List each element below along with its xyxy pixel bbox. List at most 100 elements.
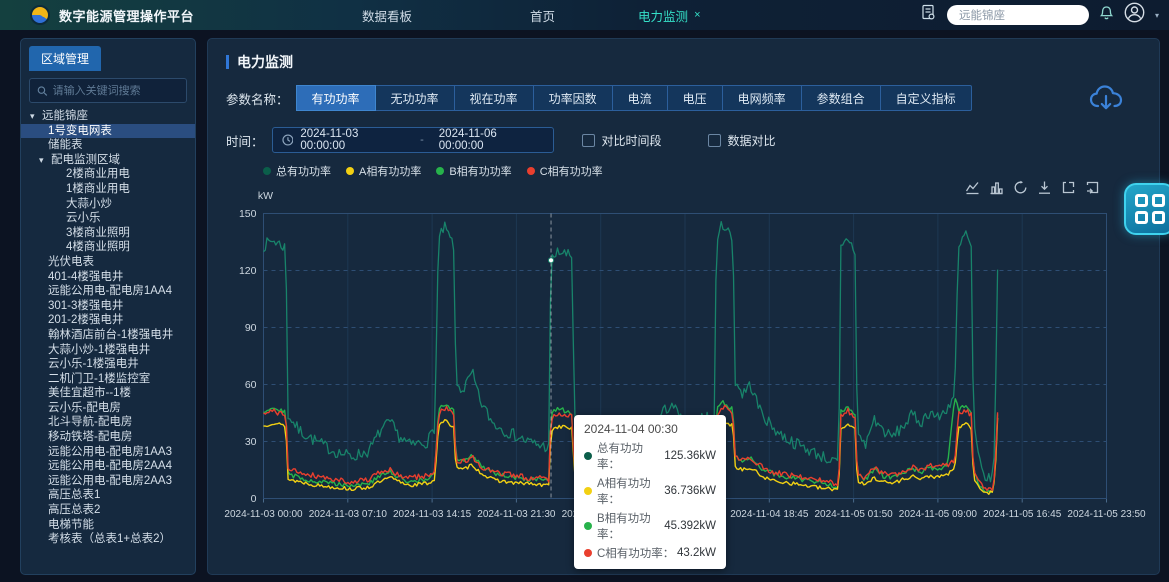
param-button[interactable]: 视在功率 — [454, 85, 534, 111]
close-icon[interactable]: × — [694, 9, 700, 21]
tree-search[interactable] — [29, 78, 187, 103]
quick-menu-button[interactable] — [1124, 183, 1169, 235]
legend-dot — [436, 167, 444, 175]
svg-text:2024-11-03 14:15: 2024-11-03 14:15 — [393, 509, 472, 520]
app-logo-icon — [30, 5, 50, 25]
param-button[interactable]: 参数组合 — [801, 85, 881, 111]
checkbox[interactable]: 对比时间段 — [582, 132, 662, 149]
svg-text:2024-11-05 09:00: 2024-11-05 09:00 — [899, 509, 978, 520]
checkbox[interactable]: 数据对比 — [708, 132, 776, 149]
tab-power-monitor[interactable]: 电力监测 × — [638, 6, 700, 25]
tooltip-row: B相有功功率： 45.392kW — [584, 510, 716, 542]
param-button[interactable]: 电流 — [612, 85, 668, 111]
site-select-input[interactable] — [947, 5, 1089, 25]
tree-item[interactable]: 401-4楼强电井 — [21, 270, 195, 285]
menu-item-dashboard[interactable]: 数据看板 — [362, 6, 412, 25]
svg-text:2024-11-05 16:45: 2024-11-05 16:45 — [983, 509, 1062, 520]
tree-item[interactable]: 远能公用电-配电房1AA3 — [21, 445, 195, 460]
legend-item[interactable]: C相有功功率 — [527, 163, 603, 179]
tree-item[interactable]: 云小乐 — [21, 211, 195, 226]
tooltip-row: 总有功功率： 125.36kW — [584, 440, 716, 472]
legend-item[interactable]: B相有功功率 — [436, 163, 511, 179]
search-input[interactable] — [53, 85, 179, 97]
tree-item[interactable]: 北斗导航-配电房 — [21, 415, 195, 430]
tree-item[interactable]: 高压总表1 — [21, 488, 195, 503]
param-button[interactable]: 功率因数 — [533, 85, 613, 111]
tree-item[interactable]: 考核表（总表1+总表2） — [21, 532, 195, 547]
chart-legend: 总有功功率 A相有功功率 B相有功功率 C相有功功率 — [263, 163, 603, 179]
tree-item[interactable]: 配电监测区域 — [21, 153, 195, 168]
tree-item[interactable]: 电梯节能 — [21, 518, 195, 533]
tree-item[interactable]: 1号变电网表 — [21, 124, 195, 139]
grid-icon — [1135, 194, 1165, 224]
tree-item[interactable]: 储能表 — [21, 138, 195, 153]
tree-item[interactable]: 201-2楼强电井 — [21, 313, 195, 328]
checkbox-box[interactable] — [582, 134, 595, 147]
tree-item[interactable]: 大蒜小炒-1楼强电井 — [21, 343, 195, 358]
date-end[interactable]: 2024-11-06 00:00:00 — [439, 128, 544, 152]
svg-text:30: 30 — [245, 436, 257, 448]
tree-item[interactable]: 移动铁塔-配电房 — [21, 430, 195, 445]
tooltip-row: C相有功功率： 43.2kW — [584, 545, 716, 561]
page-title: 电力监测 — [237, 52, 293, 72]
tree-item[interactable]: 3楼商业照明 — [21, 226, 195, 241]
date-range-picker[interactable]: 2024-11-03 00:00:00 - 2024-11-06 00:00:0… — [272, 127, 554, 153]
tree-item[interactable]: 云小乐-配电房 — [21, 401, 195, 416]
svg-text:2024-11-05 23:50: 2024-11-05 23:50 — [1067, 509, 1146, 520]
legend-item[interactable]: A相有功功率 — [346, 163, 421, 179]
svg-text:150: 150 — [239, 208, 257, 220]
chart-area[interactable]: 2024-11-03 00:002024-11-03 07:102024-11-… — [208, 179, 1161, 564]
param-button[interactable]: 无功功率 — [375, 85, 455, 111]
bell-icon[interactable] — [1099, 5, 1114, 26]
tree-item[interactable]: 远能公用电-配电房2AA4 — [21, 459, 195, 474]
tree-item[interactable]: 美佳宜超市--1楼 — [21, 386, 195, 401]
menu-item-home[interactable]: 首页 — [530, 6, 555, 25]
tooltip-row: A相有功功率： 36.736kW — [584, 475, 716, 507]
legend-dot — [263, 167, 271, 175]
tree-item[interactable]: 云小乐-1楼强电井 — [21, 357, 195, 372]
tree-item[interactable]: 4楼商业照明 — [21, 240, 195, 255]
svg-text:2024-11-03 21:30: 2024-11-03 21:30 — [477, 509, 556, 520]
tree-item[interactable]: 1楼商业用电 — [21, 182, 195, 197]
svg-text:0: 0 — [251, 493, 257, 505]
tree-item[interactable]: 二机门卫-1楼监控室 — [21, 372, 195, 387]
tree-item[interactable]: 301-3楼强电井 — [21, 299, 195, 314]
time-label: 时间： — [226, 131, 264, 150]
avatar[interactable] — [1124, 2, 1145, 28]
caret-down-icon — [39, 153, 51, 168]
tooltip-datetime: 2024-11-04 00:30 — [584, 422, 716, 436]
top-bar: 数字能源管理操作平台 数据看板 首页 电力监测 × ▾ — [0, 0, 1169, 30]
param-button[interactable]: 自定义指标 — [880, 85, 972, 111]
tree-item[interactable]: 2楼商业用电 — [21, 167, 195, 182]
caret-down-icon[interactable]: ▾ — [1155, 11, 1159, 20]
series-dot — [584, 487, 592, 495]
cloud-download-icon[interactable] — [1088, 83, 1124, 118]
param-label: 参数名称： — [226, 89, 289, 108]
date-start[interactable]: 2024-11-03 00:00:00 — [300, 128, 405, 152]
param-button-group: 有功功率无功功率视在功率功率因数电流电压电网频率参数组合自定义指标 — [297, 85, 972, 111]
tree-item[interactable]: 大蒜小炒 — [21, 197, 195, 212]
param-button[interactable]: 有功功率 — [296, 85, 376, 111]
series-dot — [584, 549, 592, 557]
svg-text:kW: kW — [258, 190, 273, 202]
legend-item[interactable]: 总有功功率 — [263, 163, 331, 179]
tree-item[interactable]: 远能锦座 — [21, 109, 195, 124]
tree-item[interactable]: 高压总表2 — [21, 503, 195, 518]
series-dot — [584, 452, 592, 460]
tree-item[interactable]: 光伏电表 — [21, 255, 195, 270]
tree-item[interactable]: 远能公用电-配电房1AA4 — [21, 284, 195, 299]
svg-text:120: 120 — [239, 265, 257, 277]
checkbox-box[interactable] — [708, 134, 721, 147]
tree-item[interactable]: 远能公用电-配电房2AA3 — [21, 474, 195, 489]
chart-tooltip: 2024-11-04 00:30 总有功功率： 125.36kW A相有功功率：… — [574, 415, 726, 569]
tree-item[interactable]: 翰林酒店前台-1楼强电井 — [21, 328, 195, 343]
tab-area-management[interactable]: 区域管理 — [29, 46, 101, 71]
report-icon[interactable] — [920, 4, 937, 26]
compare-checkboxes: 对比时间段 数据对比 — [582, 132, 776, 149]
param-button[interactable]: 电压 — [667, 85, 723, 111]
param-button[interactable]: 电网频率 — [722, 85, 802, 111]
search-icon — [37, 85, 48, 97]
app-title: 数字能源管理操作平台 — [59, 6, 194, 25]
title-accent-bar — [226, 55, 229, 69]
svg-text:60: 60 — [245, 379, 257, 391]
